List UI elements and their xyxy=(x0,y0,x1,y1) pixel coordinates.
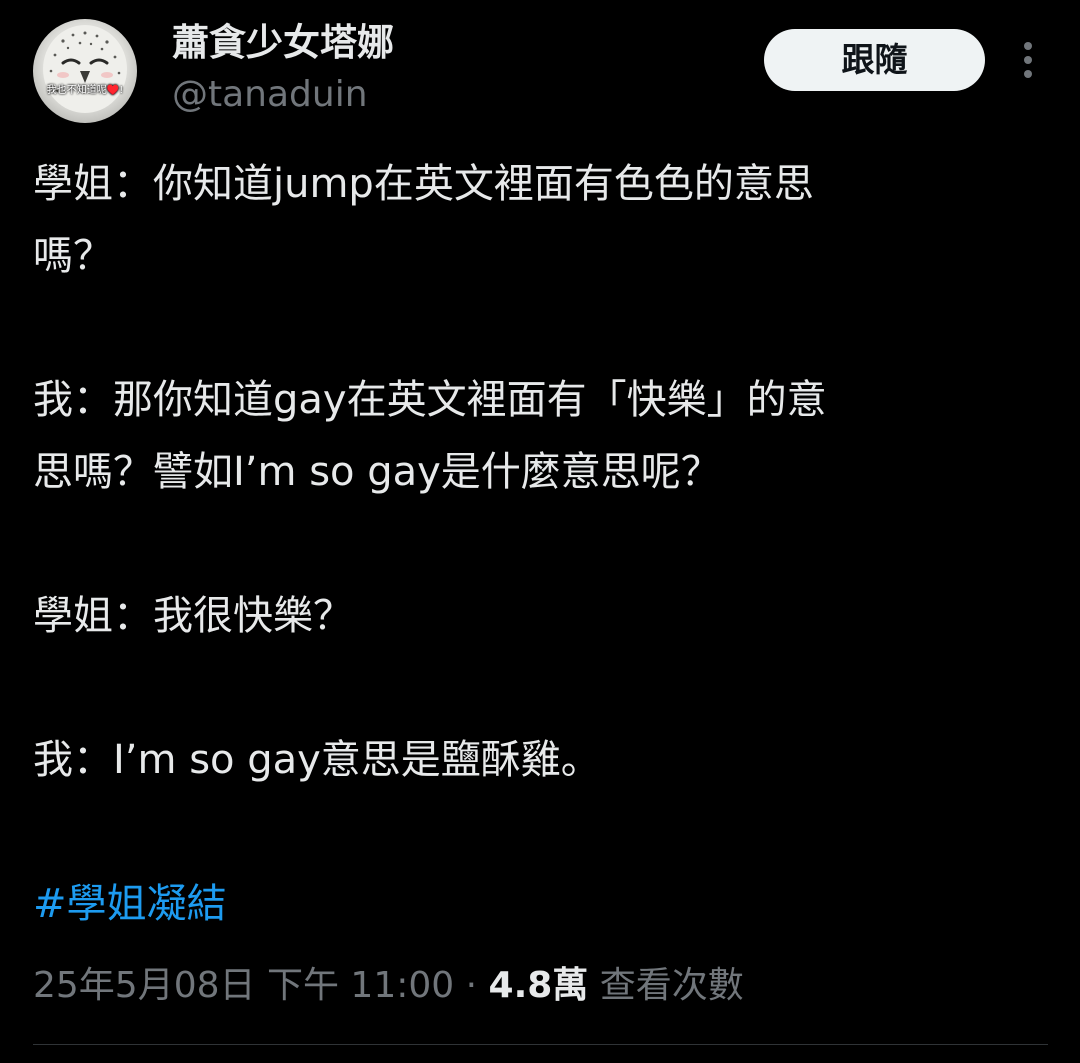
tweet-text: 學姐：你知道jump在英文裡面有色色的意思 嗎？ 我：那你知道gay在英文裡面有… xyxy=(33,148,1048,796)
author-display-name[interactable]: 蕭貪少女塔娜 xyxy=(172,18,394,68)
tweet-detail: 我也不知道呢♥️! 蕭貪少女塔娜 @tanaduin 跟隨 學姐：你知道jump… xyxy=(0,0,1080,1063)
more-options-button[interactable] xyxy=(1008,36,1048,84)
tweet-text-line: 學姐：我很快樂？ xyxy=(33,593,353,639)
more-vertical-icon xyxy=(1024,42,1032,78)
tweet-text-line: 嗎？ xyxy=(33,233,113,279)
tweet-meta: 25年5月08日 下午 11:00 · 4.8萬 查看次數 xyxy=(33,958,744,1014)
follow-button[interactable]: 跟隨 xyxy=(764,29,985,91)
views-count: 4.8萬 xyxy=(488,965,589,1006)
views-label: 查看次數 xyxy=(599,965,744,1006)
owl-avatar-icon xyxy=(43,25,127,113)
hashtag-link[interactable]: #學姐凝結 xyxy=(33,868,227,940)
avatar[interactable]: 我也不知道呢♥️! xyxy=(33,19,137,123)
tweet-text-line: 學姐：你知道jump在英文裡面有色色的意思 xyxy=(33,161,814,207)
meta-separator: · xyxy=(465,965,478,1006)
divider xyxy=(33,1044,1048,1045)
timestamp-link[interactable]: 25年5月08日 下午 11:00 xyxy=(33,965,454,1006)
tweet-text-line: 思嗎？譬如I’m so gay是什麼意思呢？ xyxy=(33,449,721,495)
tweet-text-line: 我：那你知道gay在英文裡面有「快樂」的意 xyxy=(33,377,827,423)
tweet-text-line: 我：I’m so gay意思是鹽酥雞。 xyxy=(33,737,601,783)
author-handle[interactable]: @tanaduin xyxy=(172,72,368,118)
avatar-caption: 我也不知道呢♥️! xyxy=(46,85,124,96)
